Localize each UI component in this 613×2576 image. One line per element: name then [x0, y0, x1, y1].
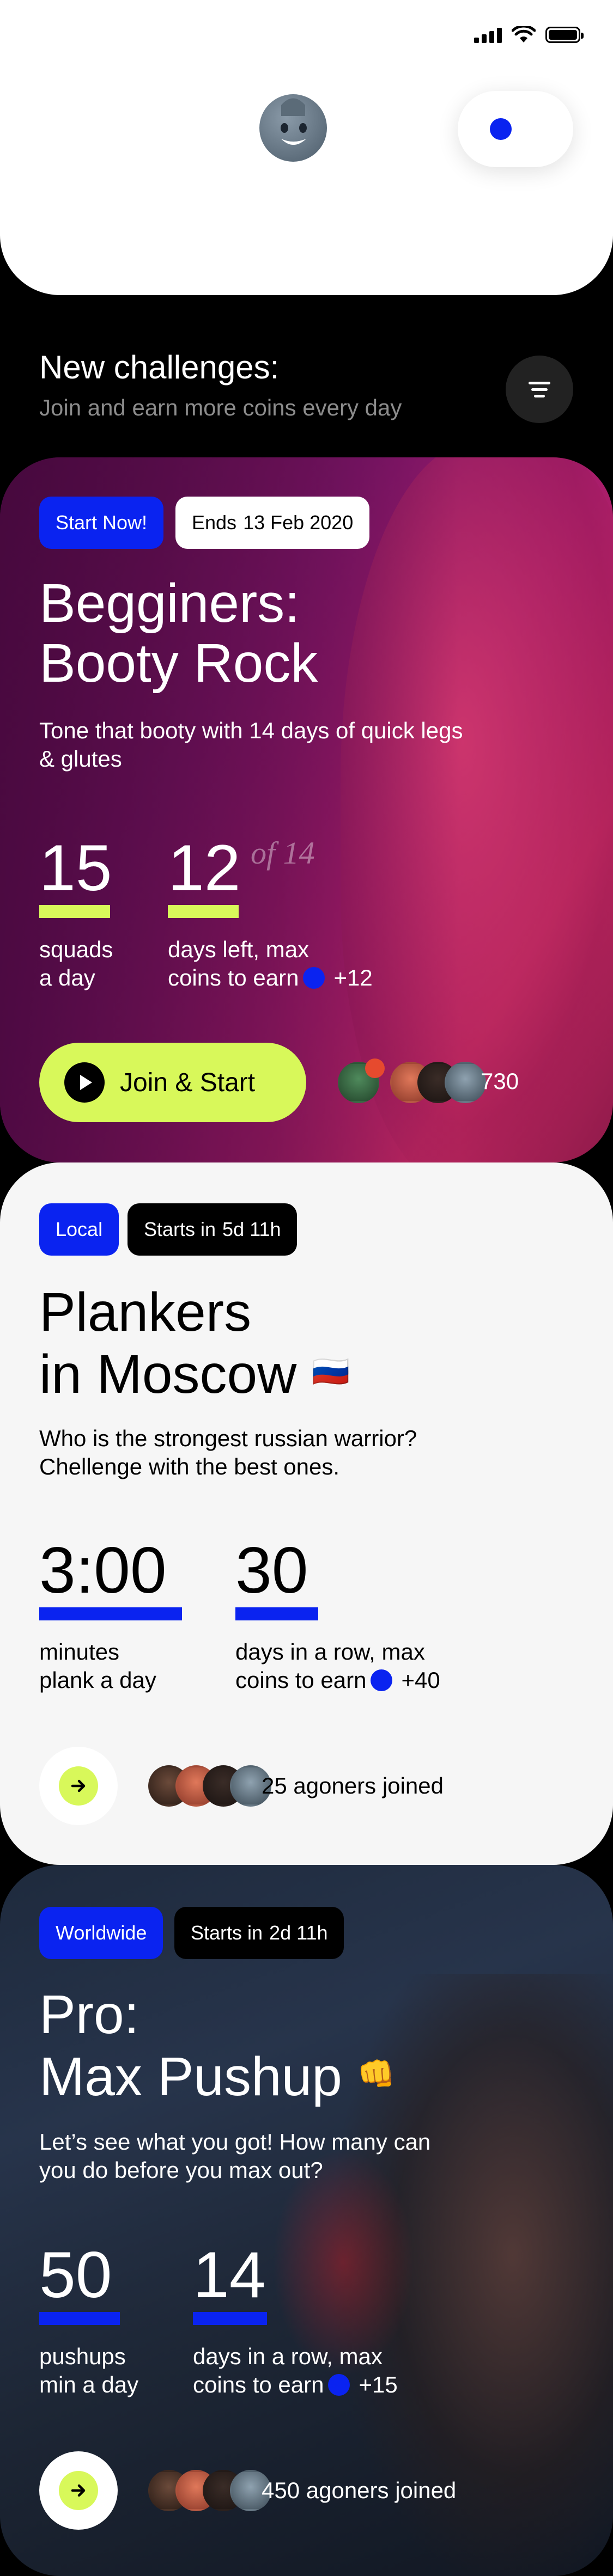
section-subtitle: Join and earn more coins every day	[39, 395, 402, 420]
arrow-right-icon	[59, 2471, 98, 2510]
section-title: New challenges:	[39, 349, 280, 386]
stat-label: minutes plank a day	[39, 1638, 156, 1694]
coin-balance-count: 0	[527, 115, 541, 143]
challenge-description: Let’s see what you got! How many can you…	[39, 2129, 431, 2183]
stat-label: squads a day	[39, 935, 113, 992]
stat-label: days left, max coins to earn +12	[168, 935, 373, 992]
participants-avatars[interactable]	[148, 2470, 271, 2511]
participants-avatars[interactable]	[338, 1062, 486, 1103]
signal-icon	[474, 27, 502, 43]
wifi-icon	[512, 26, 536, 42]
scope-chip: Worldwide	[39, 1907, 163, 1959]
challenge-title-line2: Max Pushup 👊	[39, 2045, 395, 2107]
play-icon	[64, 1062, 105, 1103]
stat-bar	[168, 905, 239, 918]
date-chip-value: 13 Feb 2020	[243, 511, 354, 534]
stat-label-line1: days in a row, max	[193, 2344, 383, 2369]
filter-button[interactable]	[506, 356, 573, 423]
stat-value: 15	[39, 831, 112, 904]
challenge-title-line1: Begginers:	[39, 573, 300, 634]
open-challenge-button[interactable]	[39, 2451, 118, 2530]
join-start-button[interactable]: Join & Start	[39, 1043, 306, 1122]
status-icons	[474, 26, 584, 44]
battery-icon	[545, 27, 584, 43]
greeting-title: 今日は,	[39, 78, 293, 167]
date-chip-prefix: Ends	[192, 511, 237, 534]
coins-reward: +12	[333, 965, 373, 990]
stat-label-line1: days in a row, max	[235, 1639, 425, 1665]
stat-label-line2: plank a day	[39, 1667, 156, 1693]
stat-value: 30	[235, 1534, 308, 1607]
participants-count: 450 agoners joined	[262, 2477, 457, 2503]
coin-icon	[371, 1669, 393, 1691]
fire-badge-icon	[365, 1058, 385, 1078]
date-chip-value: 2d 11h	[269, 1922, 328, 1944]
date-chip-prefix: Starts in	[191, 1922, 263, 1944]
stat-label: days in a row, max coins to earn +40	[235, 1638, 440, 1694]
date-chip: Ends 13 Feb 2020	[175, 497, 370, 549]
challenge-description: Tone that booty with 14 days of quick le…	[39, 718, 463, 772]
coin-icon	[303, 967, 325, 989]
join-start-label: Join & Start	[120, 1068, 256, 1097]
coin-balance[interactable]: 0	[458, 91, 573, 167]
status-chip: Start Now!	[39, 497, 164, 549]
filter-icon	[529, 381, 550, 384]
coin-icon	[328, 2374, 350, 2396]
stat-value: 3:00	[39, 1534, 167, 1607]
stat-bar	[39, 905, 110, 918]
stat-label-line2: coins to earn	[168, 965, 299, 990]
challenge-title-line1: Plankers	[39, 1282, 252, 1343]
russia-flag-icon: 🇷🇺	[312, 1354, 350, 1390]
fist-emoji-icon: 👊	[357, 2057, 396, 2092]
stat-value: 12	[168, 831, 241, 904]
coins-reward: +40	[401, 1667, 440, 1693]
coin-icon	[490, 118, 512, 140]
stat-bar	[235, 1607, 318, 1620]
stat-label-line2: coins to earn	[193, 2372, 324, 2397]
avatar	[445, 1062, 486, 1103]
stat-label-line1: minutes	[39, 1639, 120, 1665]
stat-of-total: of 14	[251, 835, 315, 871]
participants-count: 730	[481, 1068, 519, 1094]
challenge-description: Who is the strongest russian warrior? Ch…	[39, 1425, 417, 1479]
stat-label: days in a row, max coins to earn +15	[193, 2342, 398, 2399]
coins-reward: +15	[359, 2372, 398, 2397]
stat-label-line1: pushups	[39, 2344, 126, 2369]
stat-value: 14	[193, 2238, 266, 2311]
arrow-right-icon	[59, 1766, 98, 1806]
stat-label-line2: min a day	[39, 2372, 139, 2397]
participants-count: 25 agoners joined	[262, 1773, 444, 1798]
stat-label-line1: squads	[39, 937, 113, 962]
date-chip: Starts in 2d 11h	[174, 1907, 344, 1959]
open-challenge-button[interactable]	[39, 1747, 118, 1825]
mascot-avatar[interactable]	[259, 94, 327, 162]
challenge-title-line1: Pro:	[39, 1984, 139, 2045]
challenge-title-line2: Booty Rock	[39, 633, 318, 694]
stat-bar	[193, 2312, 267, 2325]
date-chip: Starts in 5d 11h	[128, 1203, 298, 1256]
stat-label-line2: a day	[39, 965, 95, 990]
stat-value: 50	[39, 2238, 112, 2311]
stat-bar	[39, 1607, 182, 1620]
scope-chip: Local	[39, 1203, 119, 1256]
stat-label: pushups min a day	[39, 2342, 138, 2399]
intro-text: It’s you first day with Agon. Checkout c…	[39, 186, 567, 240]
challenge-title-text: in Moscow	[39, 1344, 297, 1405]
challenge-title-line2: in Moscow 🇷🇺	[39, 1342, 350, 1404]
date-chip-prefix: Starts in	[144, 1218, 216, 1240]
challenge-title-text: Max Pushup	[39, 2046, 342, 2107]
stat-label-line1: days left, max	[168, 937, 309, 962]
status-time: 12:04	[39, 22, 106, 51]
stat-bar	[39, 2312, 120, 2325]
participants-avatars[interactable]	[148, 1765, 271, 1807]
stat-label-line2: coins to earn	[235, 1667, 367, 1693]
date-chip-value: 5d 11h	[222, 1218, 281, 1240]
